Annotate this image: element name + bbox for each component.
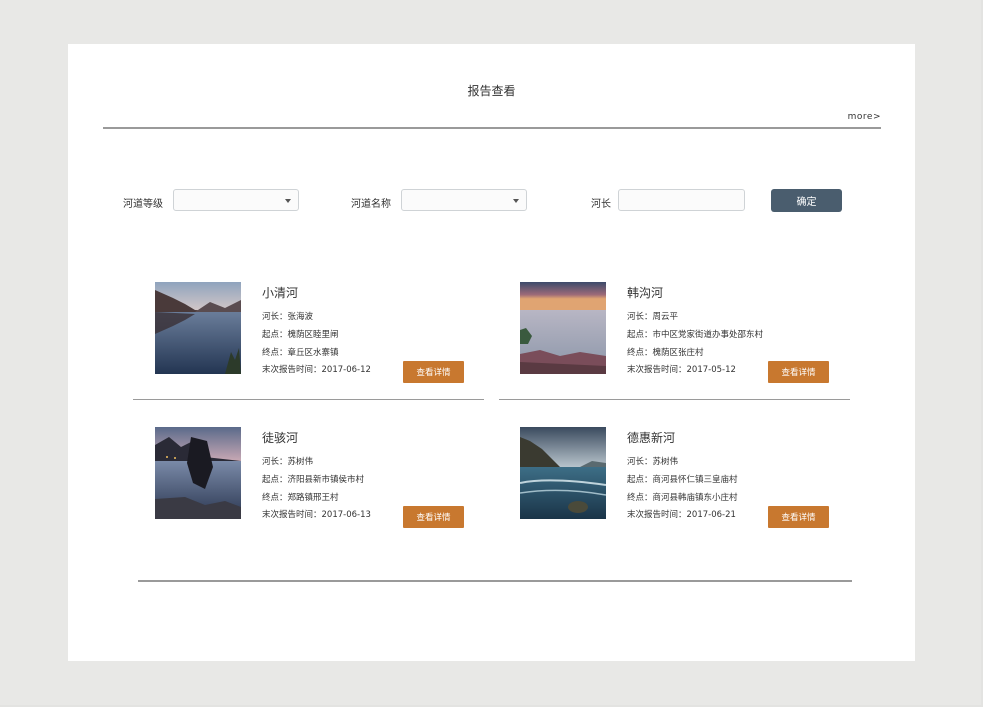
river-name: 韩沟河 — [627, 286, 664, 300]
river-start: 起点：济阳县新市镇侯市村 — [262, 475, 365, 485]
sunset-sea-image — [520, 282, 606, 374]
river-start: 起点：商河县怀仁镇三皇庙村 — [627, 475, 738, 485]
river-end: 终点：商河县韩庙镇东小庄村 — [627, 493, 738, 503]
last-report-time: 末次报告时间：2017-06-21 — [627, 510, 736, 520]
river-chief: 河长：周云平 — [627, 312, 679, 322]
chevron-down-icon — [513, 199, 519, 203]
river-name: 徒骇河 — [262, 431, 299, 445]
title-divider — [103, 127, 881, 129]
river-level-select[interactable] — [173, 189, 299, 211]
river-thumbnail — [520, 282, 606, 374]
river-chief-input[interactable] — [618, 189, 745, 211]
river-name-select[interactable] — [401, 189, 527, 211]
river-card: 小清河 河长：张海波 起点：槐荫区睦里闸 终点：章丘区水寨镇 末次报告时间：20… — [155, 282, 485, 383]
mountain-lake-image — [155, 282, 241, 374]
river-card: 韩沟河 河长：周云平 起点：市中区党家街道办事处邵东村 终点：槐荫区张庄村 末次… — [520, 282, 850, 383]
cloudy-coast-image — [520, 427, 606, 519]
last-report-time: 末次报告时间：2017-06-12 — [262, 365, 371, 375]
river-thumbnail — [155, 427, 241, 519]
river-chief: 河长：苏树伟 — [262, 457, 314, 467]
river-thumbnail — [155, 282, 241, 374]
river-level-label: 河道等级 — [123, 199, 163, 210]
view-details-button[interactable]: 查看详情 — [403, 361, 464, 383]
page-title: 报告查看 — [467, 84, 516, 98]
river-name: 德惠新河 — [627, 431, 676, 445]
night-lake-image — [155, 427, 241, 519]
more-link[interactable]: more> — [848, 112, 881, 122]
bottom-divider — [138, 580, 852, 582]
river-end: 终点：槐荫区张庄村 — [627, 348, 704, 358]
river-thumbnail — [520, 427, 606, 519]
report-panel: 报告查看 more> 河道等级 河道名称 河长 确定 小清河 河长：张海波 起点… — [68, 44, 915, 661]
filter-bar: 河道等级 河道名称 河长 确定 — [68, 189, 915, 215]
river-name-label: 河道名称 — [351, 199, 391, 210]
view-details-button[interactable]: 查看详情 — [768, 361, 829, 383]
river-start: 起点：市中区党家街道办事处邵东村 — [627, 330, 764, 340]
confirm-button[interactable]: 确定 — [771, 189, 842, 212]
view-details-button[interactable]: 查看详情 — [768, 506, 829, 528]
river-chief-label: 河长 — [591, 199, 611, 210]
row-divider-left — [133, 399, 484, 400]
river-end: 终点：郑路镇邢王村 — [262, 493, 339, 503]
river-name: 小清河 — [262, 286, 299, 300]
river-card: 德惠新河 河长：苏树伟 起点：商河县怀仁镇三皇庙村 终点：商河县韩庙镇东小庄村 … — [520, 427, 850, 528]
row-divider-right — [499, 399, 850, 400]
river-card: 徒骇河 河长：苏树伟 起点：济阳县新市镇侯市村 终点：郑路镇邢王村 末次报告时间… — [155, 427, 485, 528]
last-report-time: 末次报告时间：2017-06-13 — [262, 510, 371, 520]
last-report-time: 末次报告时间：2017-05-12 — [627, 365, 736, 375]
river-chief: 河长：张海波 — [262, 312, 314, 322]
river-chief: 河长：苏树伟 — [627, 457, 679, 467]
river-end: 终点：章丘区水寨镇 — [262, 348, 339, 358]
river-start: 起点：槐荫区睦里闸 — [262, 330, 339, 340]
chevron-down-icon — [285, 199, 291, 203]
screen-frame: 报告查看 more> 河道等级 河道名称 河长 确定 小清河 河长：张海波 起点… — [0, 0, 981, 705]
view-details-button[interactable]: 查看详情 — [403, 506, 464, 528]
